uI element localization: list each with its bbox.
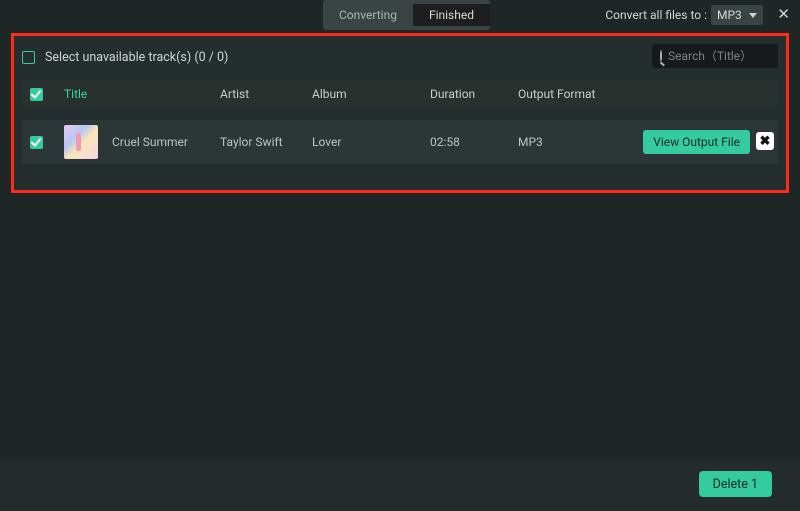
- select-all-row: Select unavailable track(s) (0 / 0): [22, 42, 778, 72]
- finished-panel-highlight: Select unavailable track(s) (0 / 0) Titl…: [11, 33, 789, 193]
- col-header-album[interactable]: Album: [312, 87, 430, 101]
- track-title: Cruel Summer: [112, 135, 188, 149]
- track-artist: Taylor Swift: [220, 135, 312, 149]
- col-header-output-format[interactable]: Output Format: [518, 87, 778, 101]
- remove-row-button[interactable]: ✖: [756, 132, 774, 150]
- row-checkbox[interactable]: [30, 136, 43, 149]
- bottom-bar: Delete 1: [0, 459, 800, 511]
- select-unavailable-label: Select unavailable track(s) (0 / 0): [45, 50, 228, 65]
- tab-finished[interactable]: Finished: [413, 4, 490, 26]
- album-art-thumbnail: [64, 125, 98, 159]
- view-output-file-button[interactable]: View Output File: [643, 130, 750, 154]
- select-all-checkbox[interactable]: [30, 88, 43, 101]
- close-button[interactable]: ✕: [777, 5, 790, 23]
- delete-button[interactable]: Delete 1: [699, 471, 772, 497]
- search-input[interactable]: [668, 49, 800, 63]
- col-header-duration[interactable]: Duration: [430, 87, 518, 101]
- select-unavailable-checkbox[interactable]: [22, 51, 35, 64]
- search-input-wrap[interactable]: [652, 44, 778, 68]
- track-album: Lover: [312, 135, 430, 149]
- output-format-select[interactable]: MP3: [711, 5, 763, 25]
- output-format-value: MP3: [717, 8, 742, 22]
- app-window: Converting Finished Convert all files to…: [0, 0, 800, 511]
- col-header-artist[interactable]: Artist: [220, 87, 312, 101]
- top-bar: Converting Finished Convert all files to…: [0, 0, 800, 30]
- tabs-group: Converting Finished: [323, 0, 490, 30]
- track-duration: 02:58: [430, 135, 518, 149]
- chevron-down-icon: [749, 13, 757, 18]
- finished-panel: Select unavailable track(s) (0 / 0) Titl…: [14, 36, 786, 190]
- convert-all-label: Convert all files to :: [605, 0, 707, 30]
- table-header: Title Artist Album Duration Output Forma…: [22, 80, 778, 108]
- table-row[interactable]: Cruel Summer Taylor Swift Lover 02:58 MP…: [22, 120, 778, 164]
- col-header-title[interactable]: Title: [64, 87, 220, 101]
- search-icon: [660, 50, 662, 62]
- tab-converting[interactable]: Converting: [323, 4, 413, 26]
